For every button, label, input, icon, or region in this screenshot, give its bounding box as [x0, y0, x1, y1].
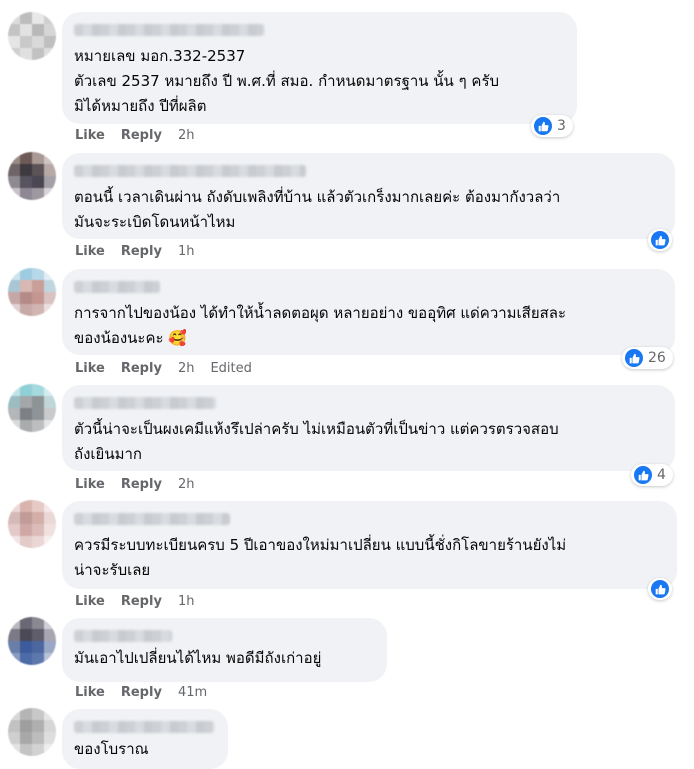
comment-actions: Like Reply 2h	[75, 477, 210, 492]
author-name-redacted[interactable]	[74, 397, 216, 409]
comment-bubble: หมายเลข มอก.332-2537 ตัวเลข 2537 หมายถึง…	[62, 12, 577, 124]
like-button[interactable]: Like	[75, 477, 105, 492]
reaction-badge[interactable]	[648, 578, 672, 600]
like-reaction-icon	[534, 117, 552, 135]
author-name-redacted[interactable]	[74, 165, 306, 177]
author-name-redacted[interactable]	[74, 630, 172, 642]
comment-timestamp[interactable]: 1h	[178, 244, 195, 259]
comment-timestamp[interactable]: 2h	[178, 128, 195, 143]
reaction-count: 4	[657, 467, 666, 483]
comment-timestamp[interactable]: 2h	[178, 477, 195, 492]
comment-actions: Like Reply 2h	[75, 128, 210, 143]
reply-button[interactable]: Reply	[121, 477, 162, 492]
author-name-redacted[interactable]	[74, 513, 230, 525]
like-reaction-icon	[634, 466, 652, 484]
reply-button[interactable]: Reply	[121, 685, 162, 700]
avatar[interactable]	[8, 500, 56, 548]
reaction-count: 3	[557, 118, 566, 134]
comment-actions: Like Reply 1h	[75, 244, 210, 259]
comment-text: การจากไปของน้อง ได้ทำให้น้ำลดตอผุด หลายอ…	[74, 304, 567, 347]
comment-actions: Like Reply 41m	[75, 685, 223, 700]
like-reaction-icon	[625, 349, 643, 367]
like-reaction-icon	[651, 231, 669, 249]
comment-text: หมายเลข มอก.332-2537 ตัวเลข 2537 หมายถึง…	[74, 47, 500, 115]
like-button[interactable]: Like	[75, 128, 105, 143]
reaction-badge[interactable]	[648, 229, 672, 251]
reply-button[interactable]: Reply	[121, 594, 162, 609]
comment-timestamp[interactable]: 41m	[178, 685, 207, 700]
author-name-redacted[interactable]	[74, 24, 264, 36]
like-reaction-icon	[651, 580, 669, 598]
comment-text: ควรมีระบบทะเบียนครบ 5 ปีเอาของใหม่มาเปลี…	[74, 536, 567, 579]
avatar[interactable]	[8, 12, 56, 60]
comment-timestamp[interactable]: 1h	[178, 594, 195, 609]
like-button[interactable]: Like	[75, 244, 105, 259]
reaction-badge[interactable]: 3	[531, 115, 573, 137]
comment-bubble: การจากไปของน้อง ได้ทำให้น้ำลดตอผุด หลายอ…	[62, 269, 675, 355]
comment-bubble: มันเอาไปเปลี่ยนได้ไหม พอดีมีถังเก่าอยู่	[62, 618, 387, 682]
comment-actions: Like Reply 1h	[75, 594, 210, 609]
comment-text: ตอนนี้ เวลาเดินผ่าน ถังดับเพลิงที่บ้าน แ…	[74, 188, 561, 231]
avatar[interactable]	[8, 617, 56, 665]
reaction-badge[interactable]: 4	[631, 464, 673, 486]
edited-label[interactable]: Edited	[210, 361, 251, 376]
avatar[interactable]	[8, 384, 56, 432]
avatar[interactable]	[8, 708, 56, 756]
avatar[interactable]	[8, 268, 56, 316]
comment-text: ของโบราณ	[74, 740, 149, 758]
author-name-redacted[interactable]	[74, 281, 160, 293]
reaction-count: 26	[648, 350, 666, 366]
comment-actions: Like Reply 2h Edited	[75, 361, 268, 376]
comment-bubble: ตอนนี้ เวลาเดินผ่าน ถังดับเพลิงที่บ้าน แ…	[62, 153, 675, 239]
reply-button[interactable]: Reply	[121, 361, 162, 376]
reply-button[interactable]: Reply	[121, 128, 162, 143]
avatar[interactable]	[8, 152, 56, 200]
comment-text: มันเอาไปเปลี่ยนได้ไหม พอดีมีถังเก่าอยู่	[74, 649, 322, 667]
comment-bubble: ตัวนี้น่าจะเป็นผงเคมีแห้งรึเปล่าครับ ไม่…	[62, 385, 675, 471]
like-button[interactable]: Like	[75, 685, 105, 700]
reply-button[interactable]: Reply	[121, 244, 162, 259]
comment-text: ตัวนี้น่าจะเป็นผงเคมีแห้งรึเปล่าครับ ไม่…	[74, 420, 559, 463]
comment-bubble: ควรมีระบบทะเบียนครบ 5 ปีเอาของใหม่มาเปลี…	[62, 501, 677, 589]
like-button[interactable]: Like	[75, 594, 105, 609]
comment-timestamp[interactable]: 2h	[178, 361, 195, 376]
author-name-redacted[interactable]	[74, 721, 214, 733]
like-button[interactable]: Like	[75, 361, 105, 376]
reaction-badge[interactable]: 26	[622, 347, 673, 369]
comment-bubble: ของโบราณ	[62, 709, 228, 769]
